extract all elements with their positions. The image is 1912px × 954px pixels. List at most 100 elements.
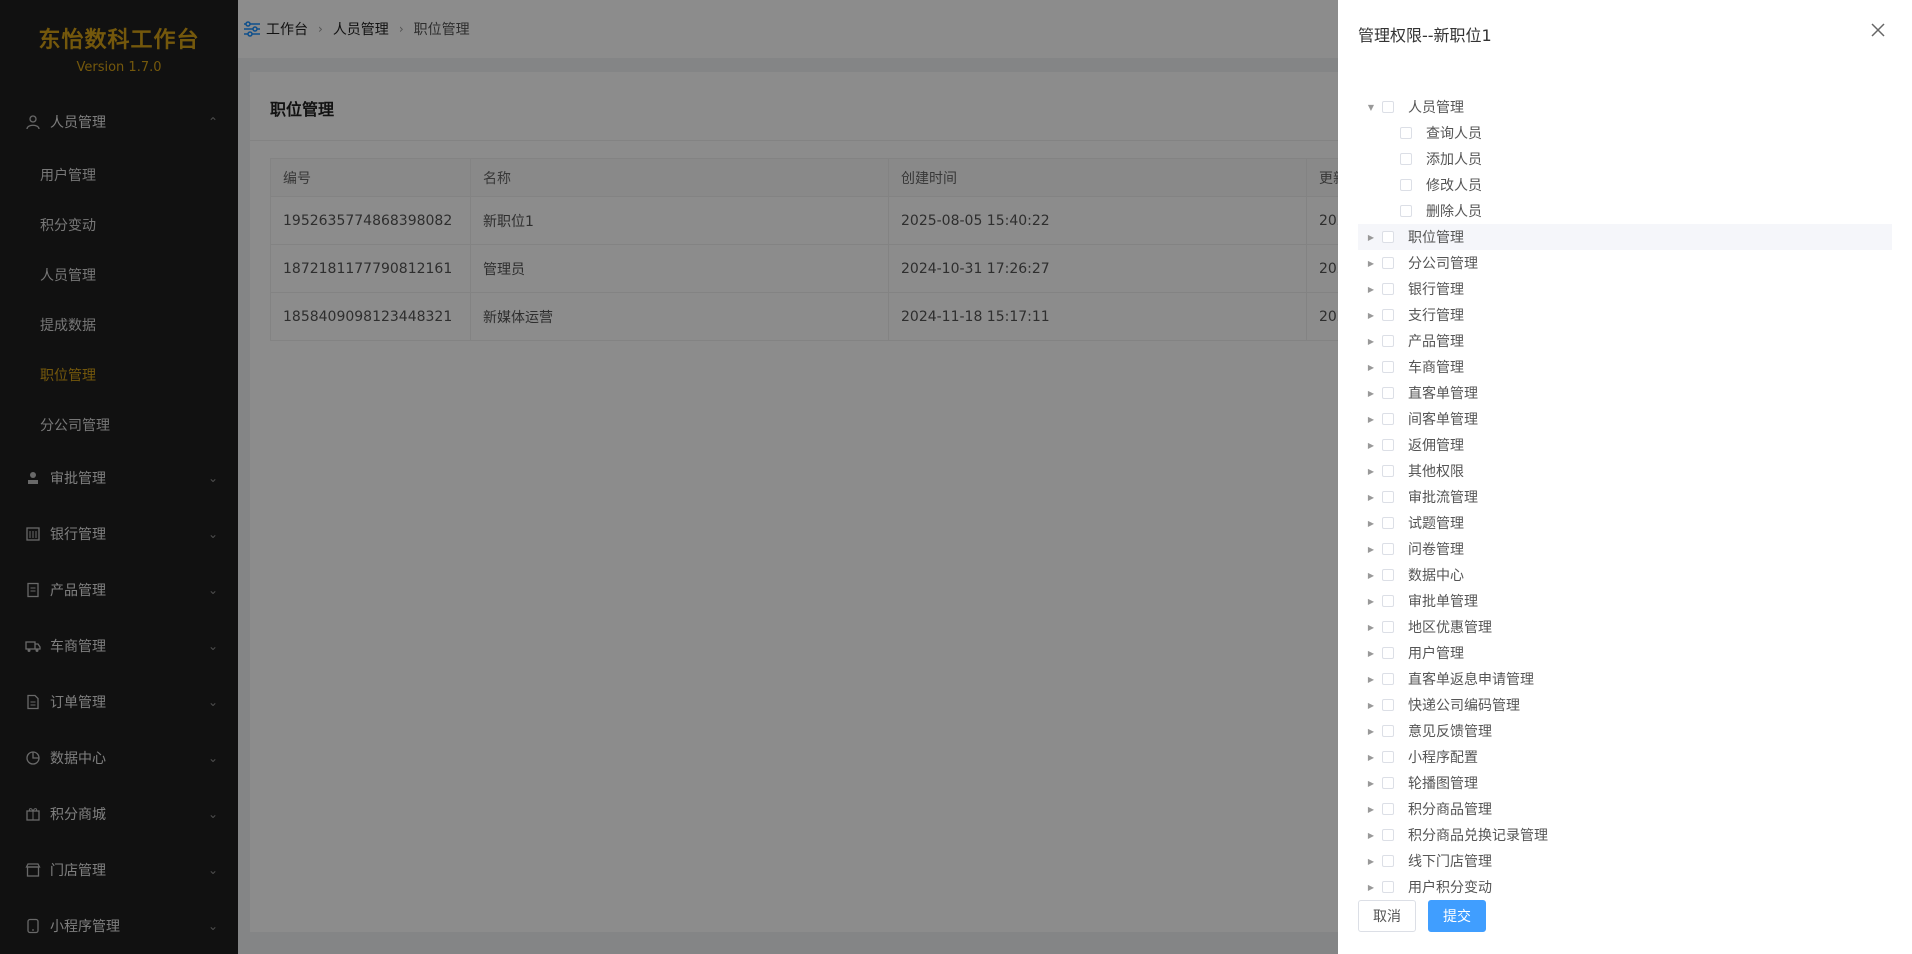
tree-node[interactable]: ▶ 轮播图管理 — [1358, 770, 1892, 796]
tree-checkbox[interactable] — [1382, 673, 1394, 685]
tree-checkbox[interactable] — [1382, 595, 1394, 607]
tree-node[interactable]: ▶ 审批流管理 — [1358, 484, 1892, 510]
tree-checkbox[interactable] — [1382, 569, 1394, 581]
tree-node[interactable]: ▶ 分公司管理 — [1358, 250, 1892, 276]
tree-node[interactable]: ▶ 意见反馈管理 — [1358, 718, 1892, 744]
caret-right-icon[interactable]: ▶ — [1364, 597, 1378, 606]
tree-checkbox[interactable] — [1382, 855, 1394, 867]
tree-checkbox[interactable] — [1382, 543, 1394, 555]
tree-node-child[interactable]: ▶查询人员 — [1358, 120, 1892, 146]
caret-right-icon[interactable]: ▶ — [1364, 701, 1378, 710]
caret-right-icon[interactable]: ▶ — [1364, 727, 1378, 736]
tree-checkbox[interactable] — [1382, 335, 1394, 347]
tree-node[interactable]: ▶ 间客单管理 — [1358, 406, 1892, 432]
tree-checkbox[interactable] — [1382, 517, 1394, 529]
tree-node[interactable]: ▶ 快递公司编码管理 — [1358, 692, 1892, 718]
tree-node-label: 用户管理 — [1408, 646, 1464, 662]
tree-checkbox[interactable] — [1382, 257, 1394, 269]
caret-right-icon[interactable]: ▶ — [1364, 623, 1378, 632]
tree-node[interactable]: ▶ 返佣管理 — [1358, 432, 1892, 458]
caret-right-icon[interactable]: ▶ — [1364, 467, 1378, 476]
tree-checkbox[interactable] — [1382, 491, 1394, 503]
caret-right-icon[interactable]: ▶ — [1364, 779, 1378, 788]
tree-node[interactable]: ▶ 产品管理 — [1358, 328, 1892, 354]
caret-right-icon[interactable]: ▶ — [1364, 883, 1378, 892]
tree-checkbox[interactable] — [1400, 153, 1412, 165]
tree-checkbox[interactable] — [1400, 127, 1412, 139]
caret-right-icon[interactable]: ▶ — [1364, 519, 1378, 528]
tree-node[interactable]: ▶ 地区优惠管理 — [1358, 614, 1892, 640]
tree-checkbox[interactable] — [1382, 751, 1394, 763]
tree-checkbox[interactable] — [1382, 283, 1394, 295]
tree-checkbox[interactable] — [1382, 829, 1394, 841]
caret-right-icon[interactable]: ▶ — [1364, 857, 1378, 866]
caret-right-icon[interactable]: ▶ — [1364, 389, 1378, 398]
tree-checkbox[interactable] — [1382, 387, 1394, 399]
caret-right-icon[interactable]: ▶ — [1364, 233, 1378, 242]
tree-node-child[interactable]: ▶删除人员 — [1358, 198, 1892, 224]
caret-right-icon[interactable]: ▶ — [1364, 831, 1378, 840]
tree-checkbox[interactable] — [1382, 465, 1394, 477]
caret-right-icon[interactable]: ▶ — [1364, 493, 1378, 502]
tree-checkbox[interactable] — [1382, 777, 1394, 789]
caret-right-icon[interactable]: ▶ — [1364, 363, 1378, 372]
caret-right-icon[interactable]: ▶ — [1364, 545, 1378, 554]
tree-node[interactable]: ▶ 数据中心 — [1358, 562, 1892, 588]
tree-node[interactable]: ▶ 直客单管理 — [1358, 380, 1892, 406]
tree-node[interactable]: ▶ 积分商品管理 — [1358, 796, 1892, 822]
tree-checkbox[interactable] — [1382, 439, 1394, 451]
tree-node-label: 查询人员 — [1426, 126, 1482, 142]
caret-right-icon[interactable]: ▶ — [1364, 675, 1378, 684]
submit-button[interactable]: 提交 — [1428, 900, 1486, 932]
tree-checkbox[interactable] — [1382, 803, 1394, 815]
tree-checkbox[interactable] — [1400, 205, 1412, 217]
tree-node-label: 积分商品兑换记录管理 — [1408, 828, 1548, 844]
caret-right-icon[interactable]: ▶ — [1364, 311, 1378, 320]
tree-checkbox[interactable] — [1382, 361, 1394, 373]
caret-right-icon[interactable]: ▶ — [1364, 337, 1378, 346]
close-icon[interactable] — [1868, 20, 1888, 40]
tree-node[interactable]: ▶ 直客单返息申请管理 — [1358, 666, 1892, 692]
tree-node[interactable]: ▶ 职位管理 — [1358, 224, 1892, 250]
tree-checkbox[interactable] — [1382, 725, 1394, 737]
caret-down-icon[interactable]: ▼ — [1364, 103, 1378, 112]
permission-tree: ▼人员管理▶查询人员▶添加人员▶修改人员▶删除人员▶职位管理▶分公司管理▶银行管… — [1358, 94, 1892, 900]
tree-node[interactable]: ▶ 试题管理 — [1358, 510, 1892, 536]
tree-checkbox[interactable] — [1400, 179, 1412, 191]
caret-right-icon[interactable]: ▶ — [1364, 571, 1378, 580]
tree-node-label: 意见反馈管理 — [1408, 724, 1492, 740]
tree-node[interactable]: ▶ 小程序配置 — [1358, 744, 1892, 770]
tree-node[interactable]: ▶ 线下门店管理 — [1358, 848, 1892, 874]
tree-node[interactable]: ▶ 车商管理 — [1358, 354, 1892, 380]
caret-right-icon[interactable]: ▶ — [1364, 805, 1378, 814]
caret-right-icon[interactable]: ▶ — [1364, 441, 1378, 450]
tree-checkbox[interactable] — [1382, 647, 1394, 659]
tree-node[interactable]: ▶ 问卷管理 — [1358, 536, 1892, 562]
caret-right-icon[interactable]: ▶ — [1364, 649, 1378, 658]
caret-right-icon[interactable]: ▶ — [1364, 753, 1378, 762]
cancel-button[interactable]: 取消 — [1358, 900, 1416, 932]
tree-node-child[interactable]: ▶修改人员 — [1358, 172, 1892, 198]
tree-node[interactable]: ▼ 人员管理 — [1358, 94, 1892, 120]
caret-right-icon[interactable]: ▶ — [1364, 415, 1378, 424]
caret-right-icon[interactable]: ▶ — [1364, 285, 1378, 294]
tree-node-label: 问卷管理 — [1408, 542, 1464, 558]
tree-node[interactable]: ▶ 积分商品兑换记录管理 — [1358, 822, 1892, 848]
tree-node[interactable]: ▶ 支行管理 — [1358, 302, 1892, 328]
caret-right-icon[interactable]: ▶ — [1364, 259, 1378, 268]
tree-node[interactable]: ▶ 银行管理 — [1358, 276, 1892, 302]
permissions-drawer: 管理权限--新职位1 ▼人员管理▶查询人员▶添加人员▶修改人员▶删除人员▶职位管… — [1338, 0, 1912, 954]
tree-node-child[interactable]: ▶添加人员 — [1358, 146, 1892, 172]
tree-checkbox[interactable] — [1382, 699, 1394, 711]
tree-checkbox[interactable] — [1382, 231, 1394, 243]
tree-node[interactable]: ▶ 审批单管理 — [1358, 588, 1892, 614]
tree-node-label: 积分商品管理 — [1408, 802, 1492, 818]
tree-checkbox[interactable] — [1382, 101, 1394, 113]
tree-checkbox[interactable] — [1382, 309, 1394, 321]
tree-node[interactable]: ▶ 用户管理 — [1358, 640, 1892, 666]
tree-checkbox[interactable] — [1382, 621, 1394, 633]
tree-checkbox[interactable] — [1382, 413, 1394, 425]
tree-node[interactable]: ▶ 其他权限 — [1358, 458, 1892, 484]
tree-checkbox[interactable] — [1382, 881, 1394, 893]
tree-node[interactable]: ▶ 用户积分变动 — [1358, 874, 1892, 900]
